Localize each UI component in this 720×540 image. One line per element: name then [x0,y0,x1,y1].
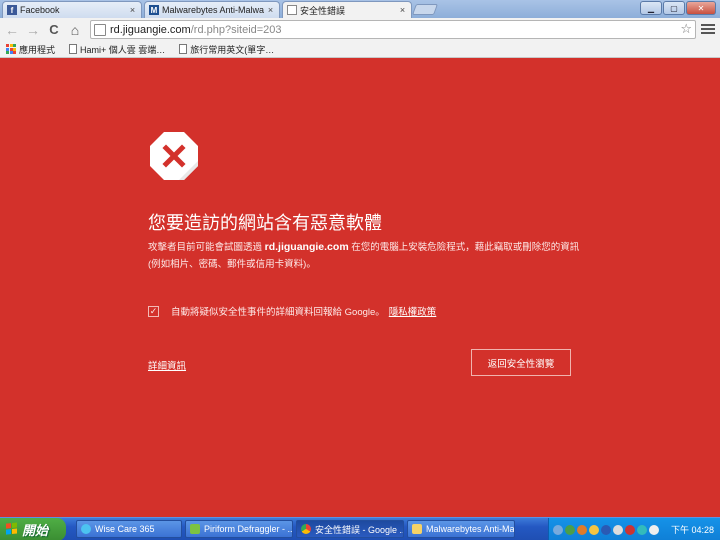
system-tray: 下午 04:28 [548,518,720,540]
task-label: Piriform Defraggler - ... [204,524,293,534]
page-icon [287,5,297,15]
close-tab-icon[interactable]: × [266,5,275,15]
report-checkbox-row: ✓ 自動將疑似安全性事件的詳細資料回報給 Google。 隱私權政策 [148,304,436,318]
task-chrome[interactable]: 安全性錯誤 - Google ... [296,520,404,538]
tab-facebook[interactable]: f Facebook × [2,1,142,18]
apps-icon [6,44,16,54]
malware-stop-icon [150,132,198,180]
bookmark-star-icon[interactable]: ☆ [680,21,692,37]
forward-button[interactable]: → [24,21,42,39]
bookmark-apps[interactable]: 應用程式 [6,43,55,56]
bookmark-label: 應用程式 [19,44,56,55]
url-host: rd.jiguangie.com [110,23,191,36]
bookmark-travel-english[interactable]: 旅行常用英文(單字… [179,43,274,56]
malwarebytes-icon: M [149,5,159,15]
doc-icon [179,44,188,54]
close-window-button[interactable]: ✕ [686,1,716,15]
tray-app-icon[interactable] [625,524,635,535]
browser-toolbar: ← → C ⌂ rd.jiguangie.com/rd.php?siteid=2… [0,18,720,41]
tab-malwarebytes[interactable]: M Malwarebytes Anti-Malware × [144,1,280,18]
folder-icon [412,524,422,534]
start-label: 開始 [22,522,49,538]
new-tab-button[interactable] [411,4,439,15]
task-label: 安全性錯誤 - Google ... [315,524,404,535]
security-icon[interactable] [565,524,575,535]
defraggler-icon [190,524,200,534]
close-tab-icon[interactable]: × [398,5,407,15]
windows-logo-icon [6,522,18,535]
close-tab-icon[interactable]: × [128,5,137,15]
page-icon [94,23,106,36]
url-path: /rd.php?siteid=203 [190,23,282,36]
report-checkbox-label: 自動將疑似安全性事件的詳細資料回報給 Google。 [171,307,385,318]
back-to-safety-button[interactable]: 返回安全性瀏覽 [471,349,571,376]
task-malwarebytes-folder[interactable]: Malwarebytes Anti-Ma... [407,520,515,538]
details-link[interactable]: 詳細資訊 [148,358,186,372]
task-label: Malwarebytes Anti-Ma... [426,524,515,534]
malware-warning-page: 您要造訪的網站含有惡意軟體 攻擊者目前可能會試圖透過 rd.jiguangie.… [0,59,720,517]
desc-text: 攻擊者目前可能會試圖透過 [148,242,265,253]
tab-label: 安全性錯誤 [300,5,346,16]
warning-headline: 您要造訪的網站含有惡意軟體 [148,213,382,233]
tray-app-icon[interactable] [637,524,647,535]
update-icon[interactable] [577,524,587,535]
bookmark-label: Hami+ 個人雲 雲端… [80,44,166,55]
minimize-button[interactable]: ▁ [640,1,662,15]
clock[interactable]: 下午 04:28 [671,523,714,536]
start-button[interactable]: 開始 [0,517,66,540]
privacy-policy-link[interactable]: 隱私權政策 [389,304,437,318]
volume-icon[interactable] [613,524,623,535]
windows-taskbar: 開始 Wise Care 365 Piriform Defraggler - .… [0,517,720,540]
maximize-button[interactable]: ▢ [663,1,685,15]
task-defraggler[interactable]: Piriform Defraggler - ... [185,520,293,538]
report-checkbox[interactable]: ✓ [148,305,159,317]
warning-description: 攻擊者目前可能會試圖透過 rd.jiguangie.com 在您的電腦上安裝危險… [148,239,588,273]
malicious-host: rd.jiguangie.com [264,241,349,253]
tab-security-error[interactable]: 安全性錯誤 × [282,1,412,18]
tray-app-icon[interactable] [589,524,599,535]
home-button[interactable]: ⌂ [66,21,84,39]
reload-button[interactable]: C [45,21,63,39]
wise-care-icon [81,524,91,534]
bookmarks-bar: 應用程式 Hami+ 個人雲 雲端… 旅行常用英文(單字… [0,41,720,58]
task-wise-care[interactable]: Wise Care 365 [76,520,182,538]
network-icon[interactable] [553,524,563,535]
tab-label: Facebook [20,5,60,15]
window-controls: ▁ ▢ ✕ [640,1,716,15]
chrome-menu-icon[interactable] [701,21,715,37]
back-button[interactable]: ← [3,21,21,39]
task-label: Wise Care 365 [95,524,155,534]
tab-strip: f Facebook × M Malwarebytes Anti-Malware… [0,0,720,18]
doc-icon [69,44,78,54]
chrome-icon [301,524,311,534]
tray-app-icon[interactable] [601,524,611,535]
bookmark-label: 旅行常用英文(單字… [190,44,275,55]
address-bar[interactable]: rd.jiguangie.com/rd.php?siteid=203 ☆ [90,20,696,39]
facebook-icon: f [7,5,17,15]
tab-label: Malwarebytes Anti-Malware [162,5,264,15]
tray-app-icon[interactable] [649,524,659,535]
bookmark-hami[interactable]: Hami+ 個人雲 雲端… [69,43,165,56]
